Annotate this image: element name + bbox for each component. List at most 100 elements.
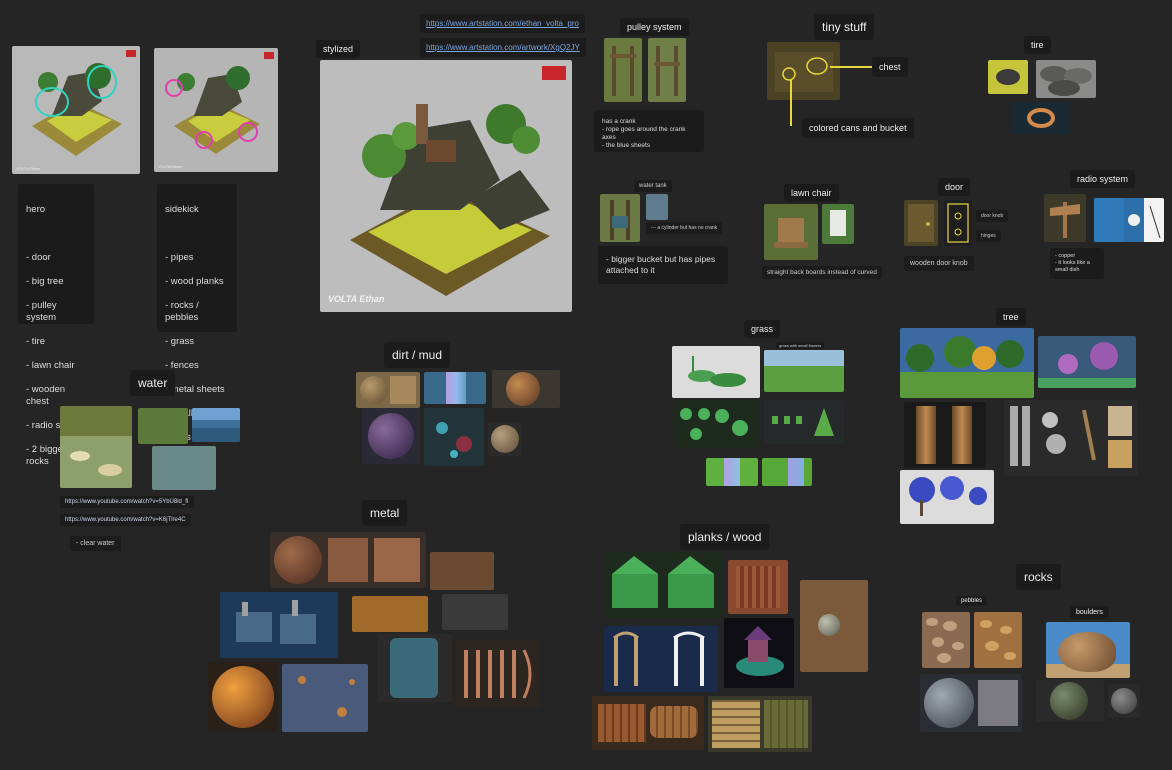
planks-ref-image-1[interactable] bbox=[604, 552, 724, 618]
dirt-ref-image-5[interactable] bbox=[424, 408, 484, 466]
grass-ref-image-2[interactable] bbox=[764, 350, 844, 392]
sidekick-list-card[interactable]: sidekick - pipes - wood planks - rocks /… bbox=[157, 184, 237, 467]
pulley-ref-image-2[interactable] bbox=[648, 38, 686, 102]
tree-ref-image-2[interactable] bbox=[1038, 336, 1136, 388]
water-ref-image-4[interactable] bbox=[152, 446, 216, 490]
dirt-ref-image-2[interactable] bbox=[424, 372, 486, 404]
pebbles-ref-image-1[interactable] bbox=[922, 612, 970, 668]
pebbles-ref-image-3[interactable] bbox=[920, 674, 1022, 732]
metal-ref-image-8[interactable] bbox=[208, 662, 278, 732]
hero-list-title: hero bbox=[26, 204, 46, 215]
sidekick-list-item: - pipes bbox=[165, 252, 194, 263]
door-label-hinges: hinges bbox=[976, 230, 1001, 242]
radio-ref-image-2[interactable] bbox=[1094, 198, 1164, 242]
sidekick-list-item: - grass bbox=[165, 336, 195, 347]
tire-ref-image-2[interactable] bbox=[1036, 60, 1096, 98]
metal-ref-image-4[interactable] bbox=[352, 596, 428, 632]
boulder-ref-image-3[interactable] bbox=[1108, 684, 1140, 718]
hero-list-card[interactable]: hero - door - big tree - pulley system -… bbox=[18, 184, 94, 467]
grass-ref-image-4[interactable] bbox=[764, 400, 844, 444]
rocks-title: rocks bbox=[1016, 564, 1061, 590]
stylized-main-image[interactable]: VOLTA Ethan bbox=[320, 60, 572, 312]
metal-ref-image-9[interactable] bbox=[282, 664, 368, 732]
radio-system-title: radio system bbox=[1070, 170, 1136, 188]
youtube-link-2[interactable]: https://www.youtube.com/watch?v=K6jTlre4… bbox=[60, 514, 191, 526]
planks-ref-image-2[interactable] bbox=[728, 560, 788, 614]
grass-caption: grass with small flowers bbox=[776, 342, 825, 349]
boulder-ref-image-1[interactable] bbox=[1046, 622, 1130, 678]
tree-ref-image-1[interactable] bbox=[900, 328, 1034, 398]
water-ref-image-3[interactable] bbox=[192, 408, 240, 442]
boulder-ref-image-2[interactable] bbox=[1036, 680, 1104, 722]
cans-label: colored cans and bucket bbox=[802, 118, 914, 138]
moodboard-canvas[interactable]: https://www.artstation.com/ethan_volta_p… bbox=[0, 0, 1172, 770]
tree-ref-image-3[interactable] bbox=[904, 402, 986, 468]
dirt-mud-title: dirt / mud bbox=[384, 342, 451, 368]
dirt-ref-image-1[interactable] bbox=[356, 372, 420, 408]
water-tank-tiny-note: --- a cylinder but has no crank bbox=[646, 222, 723, 234]
planks-ref-image-6[interactable] bbox=[592, 696, 704, 750]
tire-ref-image-1[interactable] bbox=[988, 60, 1028, 94]
grass-ref-image-3[interactable] bbox=[674, 400, 760, 448]
sidekick-reference-image[interactable]: VOLTA Ethan bbox=[154, 48, 278, 172]
grass-ref-image-1[interactable] bbox=[672, 346, 760, 398]
hero-list-item: - big tree bbox=[26, 276, 64, 287]
hero-reference-image[interactable]: VOLTA Ethan bbox=[12, 46, 140, 174]
door-label-knob: door knob bbox=[976, 210, 1009, 222]
grass-title: grass bbox=[744, 320, 781, 338]
metal-ref-image-5[interactable] bbox=[442, 594, 508, 630]
hero-list-item: - wooden chest bbox=[26, 384, 66, 407]
sidekick-list-item: - fences bbox=[165, 360, 199, 371]
water-ref-image-2[interactable] bbox=[138, 408, 188, 444]
dirt-ref-image-6[interactable] bbox=[488, 422, 522, 456]
chest-label: chest bbox=[872, 57, 908, 77]
water-tank-title: water tank bbox=[634, 180, 672, 192]
metal-title: metal bbox=[362, 500, 408, 526]
pebbles-ref-image-2[interactable] bbox=[974, 612, 1022, 668]
grass-ref-image-6[interactable] bbox=[762, 458, 812, 486]
dirt-ref-image-3[interactable] bbox=[492, 370, 560, 408]
water-ref-image-1[interactable] bbox=[60, 406, 132, 488]
pulley-system-title: pulley system bbox=[620, 18, 689, 36]
metal-ref-image-6[interactable] bbox=[378, 634, 452, 702]
lawn-chair-note: straight back boards instead of curved bbox=[762, 266, 882, 279]
youtube-link-1[interactable]: https://www.youtube.com/watch?v=5YbU8ld_… bbox=[60, 496, 194, 508]
stylized-scene-illustration bbox=[350, 66, 566, 296]
planks-ref-image-3[interactable] bbox=[800, 580, 868, 672]
hero-list-item: - door bbox=[26, 252, 51, 263]
water-title: water bbox=[130, 370, 176, 396]
lawn-chair-ref-image-2[interactable] bbox=[822, 204, 854, 244]
door-note: wooden door knob bbox=[904, 256, 974, 271]
grass-ref-image-5[interactable] bbox=[706, 458, 758, 486]
planks-ref-image-5[interactable] bbox=[724, 618, 794, 688]
metal-ref-image-7[interactable] bbox=[456, 640, 540, 708]
stylized-credit: VOLTA Ethan bbox=[328, 294, 385, 304]
metal-ref-image-3[interactable] bbox=[220, 592, 338, 658]
planks-ref-image-4[interactable] bbox=[604, 626, 718, 692]
pebbles-label: pebbles bbox=[956, 596, 988, 606]
radio-ref-image-1[interactable] bbox=[1044, 194, 1086, 242]
stylized-label: stylized bbox=[316, 40, 361, 58]
tire-title: tire bbox=[1024, 36, 1051, 54]
metal-ref-image-1[interactable] bbox=[270, 532, 426, 588]
artstation-profile-link[interactable]: https://www.artstation.com/ethan_volta_p… bbox=[420, 14, 585, 33]
hero-list-item: - pulley system bbox=[26, 300, 57, 323]
lawn-chair-ref-image-1[interactable] bbox=[764, 204, 818, 260]
hero-list-item: - lawn chair bbox=[26, 360, 75, 371]
tree-ref-image-5[interactable] bbox=[900, 470, 994, 524]
door-diagram-image[interactable] bbox=[944, 200, 972, 246]
artstation-artwork-link[interactable]: https://www.artstation.com/artwork/XgQ2J… bbox=[420, 38, 586, 57]
tiny-stuff-image[interactable] bbox=[767, 42, 840, 100]
water-tank-ref-image-2[interactable] bbox=[646, 194, 668, 220]
metal-ref-image-2[interactable] bbox=[430, 552, 494, 590]
pulley-ref-image-1[interactable] bbox=[604, 38, 642, 102]
dirt-ref-image-4[interactable] bbox=[362, 408, 420, 464]
sidekick-list-item: - wood planks bbox=[165, 276, 224, 287]
tree-ref-image-4[interactable] bbox=[1004, 400, 1138, 476]
planks-ref-image-7[interactable] bbox=[708, 696, 812, 752]
tire-ref-image-3[interactable] bbox=[1012, 102, 1070, 134]
door-ref-image[interactable] bbox=[904, 200, 938, 246]
chest-connector-line bbox=[830, 66, 872, 68]
door-title: door bbox=[938, 178, 971, 196]
water-tank-ref-image-1[interactable] bbox=[600, 194, 640, 242]
